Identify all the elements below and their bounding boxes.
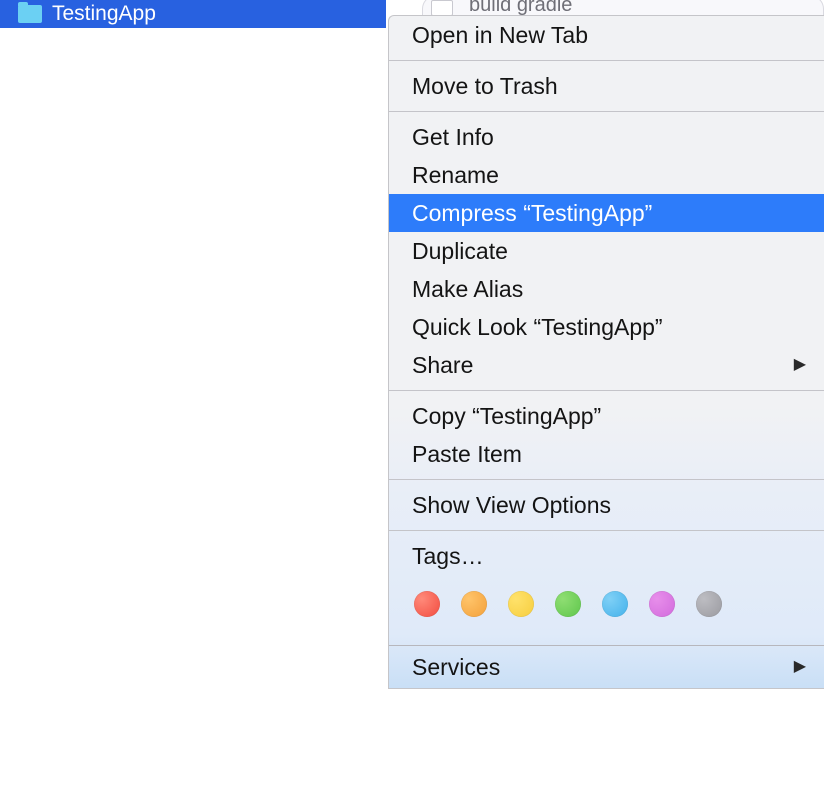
tag-red[interactable] xyxy=(414,591,440,617)
menu-separator xyxy=(389,390,824,391)
menu-services[interactable]: Services ▶ xyxy=(389,646,824,688)
tag-green[interactable] xyxy=(555,591,581,617)
menu-item-label: Show View Options xyxy=(412,490,611,520)
menu-item-label: Rename xyxy=(412,160,499,190)
menu-quick-look[interactable]: Quick Look “TestingApp” xyxy=(389,308,824,346)
menu-paste-item[interactable]: Paste Item xyxy=(389,435,824,473)
tag-purple[interactable] xyxy=(649,591,675,617)
menu-item-label: Copy “TestingApp” xyxy=(412,401,601,431)
menu-item-label: Services xyxy=(412,652,500,682)
menu-separator xyxy=(389,530,824,531)
menu-get-info[interactable]: Get Info xyxy=(389,118,824,156)
menu-item-label: Duplicate xyxy=(412,236,508,266)
menu-show-view-options[interactable]: Show View Options xyxy=(389,486,824,524)
menu-separator xyxy=(389,60,824,61)
document-icon xyxy=(431,0,453,16)
tag-orange[interactable] xyxy=(461,591,487,617)
menu-item-label: Get Info xyxy=(412,122,494,152)
menu-move-to-trash[interactable]: Move to Trash xyxy=(389,67,824,105)
menu-item-label: Quick Look “TestingApp” xyxy=(412,312,663,342)
menu-rename[interactable]: Rename xyxy=(389,156,824,194)
submenu-arrow-icon: ▶ xyxy=(794,652,806,682)
context-menu: Open in New Tab Move to Trash Get Info R… xyxy=(388,15,824,689)
tags-label[interactable]: Tags… xyxy=(412,541,806,571)
tag-blue[interactable] xyxy=(602,591,628,617)
tags-row xyxy=(412,591,806,617)
selected-folder-label: TestingApp xyxy=(52,2,156,26)
submenu-arrow-icon: ▶ xyxy=(794,350,806,380)
menu-item-label: Compress “TestingApp” xyxy=(412,198,652,228)
menu-item-label: Paste Item xyxy=(412,439,522,469)
tag-gray[interactable] xyxy=(696,591,722,617)
menu-duplicate[interactable]: Duplicate xyxy=(389,232,824,270)
menu-copy[interactable]: Copy “TestingApp” xyxy=(389,397,824,435)
selected-folder-row[interactable]: TestingApp xyxy=(0,0,386,28)
menu-item-label: Move to Trash xyxy=(412,71,558,101)
background-file-label: build gradle xyxy=(469,0,572,16)
menu-item-label: Open in New Tab xyxy=(412,20,588,50)
menu-item-label: Share xyxy=(412,350,473,380)
menu-item-label: Make Alias xyxy=(412,274,523,304)
folder-icon xyxy=(18,5,42,23)
menu-make-alias[interactable]: Make Alias xyxy=(389,270,824,308)
menu-open-new-tab[interactable]: Open in New Tab xyxy=(389,16,824,54)
menu-separator xyxy=(389,479,824,480)
menu-separator xyxy=(389,111,824,112)
tags-section: Tags… xyxy=(389,537,824,627)
tag-yellow[interactable] xyxy=(508,591,534,617)
menu-share[interactable]: Share ▶ xyxy=(389,346,824,384)
menu-compress[interactable]: Compress “TestingApp” xyxy=(389,194,824,232)
